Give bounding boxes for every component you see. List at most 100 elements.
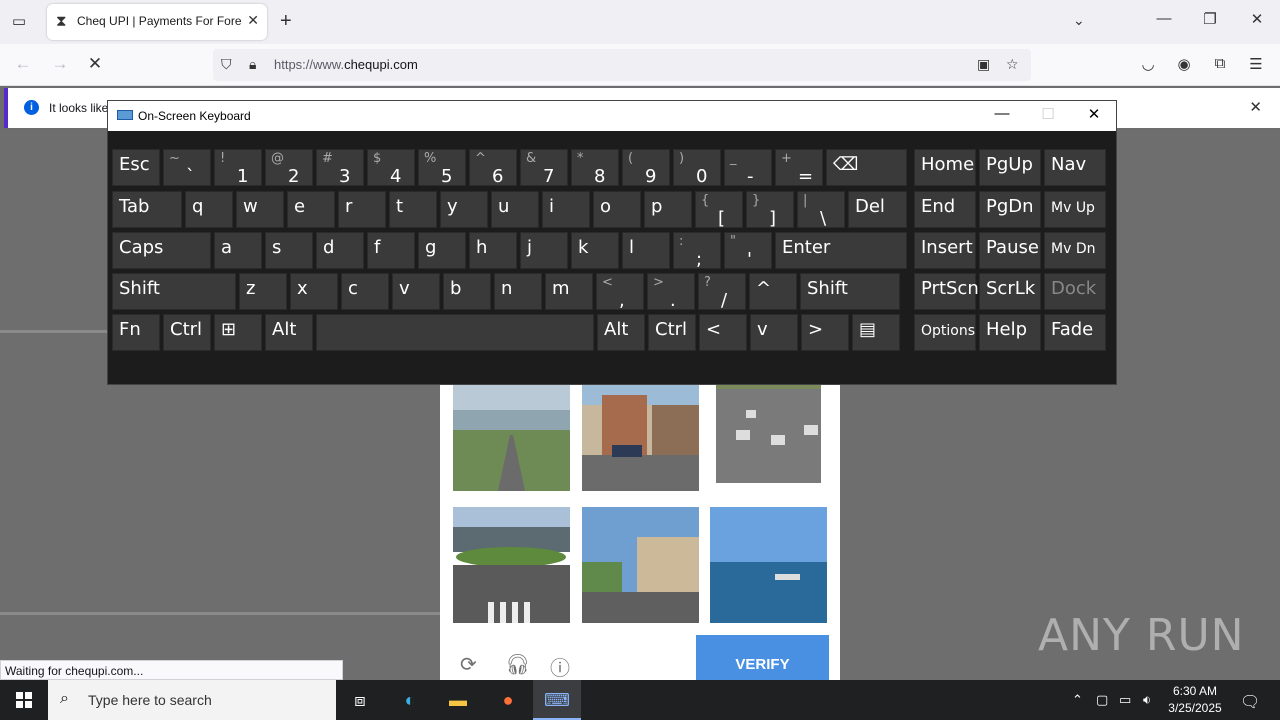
menu-icon[interactable]: ☰ [1245,55,1267,73]
lock-icon[interactable]: 🔒︎ [249,56,256,73]
key-g[interactable]: g [418,232,466,269]
stop-icon[interactable]: ✕ [84,54,106,74]
key-alt[interactable]: Alt [265,314,313,351]
volume-icon[interactable]: 🔉︎ [1143,692,1151,708]
close-tab-icon[interactable]: ✕ [247,12,259,29]
key-z[interactable]: z [239,273,287,310]
chevron-down-icon[interactable]: ⌄ [1073,12,1085,29]
clock[interactable]: 6:30 AM 3/25/2025 [1160,683,1230,717]
key-symbol[interactable]: ▤ [852,314,900,351]
key-end[interactable]: End [914,191,976,228]
key-help[interactable]: Help [979,314,1041,351]
key-w[interactable]: w [236,191,284,228]
key-m[interactable]: m [545,273,593,310]
forward-icon[interactable]: → [49,54,71,74]
key-dock[interactable]: Dock [1044,273,1106,310]
windows-start-icon[interactable] [0,680,48,720]
chevron-up-icon[interactable]: ⌃ [1072,692,1083,708]
key-pause[interactable]: Pause [979,232,1041,269]
notification-icon[interactable]: 🗨︎ [1240,692,1260,712]
key-7[interactable]: & 7 [520,149,568,187]
captcha-image-town-buildings[interactable] [582,507,699,623]
minimize-icon[interactable]: — [1154,10,1174,27]
key-e[interactable]: e [287,191,335,228]
key-tab[interactable]: Tab [112,191,182,228]
tab-list-icon[interactable]: ▭ [8,12,30,32]
key-j[interactable]: j [520,232,568,269]
captcha-image-crosswalk[interactable] [453,507,570,623]
captcha-image-sea-boat[interactable] [710,507,827,623]
key-scrlk[interactable]: ScrLk [979,273,1041,310]
key-u[interactable]: u [491,191,539,228]
new-tab-button[interactable]: + [280,10,292,33]
key-y[interactable]: y [440,191,488,228]
key-mv-dn[interactable]: Mv Dn [1044,232,1106,269]
key-enter[interactable]: Enter [775,232,907,269]
image-icon[interactable]: ▣ [977,56,990,73]
active-tab[interactable]: ⧗ Cheq UPI | Payments For Foreig ✕ [47,4,267,40]
key-symbol[interactable]: >. [647,273,695,311]
key-i[interactable]: i [542,191,590,228]
key-t[interactable]: t [389,191,437,228]
key-symbol[interactable]: }] [746,191,794,229]
key-blank[interactable] [316,314,594,351]
key-v[interactable]: v [750,314,798,351]
key-b[interactable]: b [443,273,491,310]
key-p[interactable]: p [644,191,692,228]
star-icon[interactable]: ☆ [1006,56,1019,73]
key-6[interactable]: ^ 6 [469,149,517,187]
key-esc[interactable]: Esc [112,149,160,186]
key-d[interactable]: d [316,232,364,269]
firefox-icon[interactable]: ● [484,680,532,720]
refresh-icon[interactable]: ⟳ [460,652,477,677]
key-symbol[interactable]: ~ ` [163,149,211,187]
key-4[interactable]: $4 [367,149,415,187]
key-ctrl[interactable]: Ctrl [163,314,211,351]
on-screen-keyboard-taskbar-icon[interactable]: ⌨ [533,680,581,720]
key-symbol[interactable]: ? / [698,273,746,311]
minimize-icon[interactable]: — [991,105,1013,122]
key-c[interactable]: c [341,273,389,310]
key-symbol[interactable]: > [801,314,849,351]
key-1[interactable]: ! 1 [214,149,262,187]
pocket-icon[interactable]: ◡ [1137,55,1159,73]
key-symbol[interactable]: <, [596,273,644,311]
key-prtscn[interactable]: PrtScn [914,273,979,310]
key-2[interactable]: @2 [265,149,313,187]
account-icon[interactable]: ◉ [1173,55,1195,73]
key-symbol[interactable]: {[ [695,191,743,229]
key-caps[interactable]: Caps [112,232,211,269]
key-shift[interactable]: Shift [800,273,900,310]
key-symbol[interactable]: < [699,314,747,351]
osk-titlebar[interactable]: On-Screen Keyboard — ☐ ✕ [108,101,1116,131]
extensions-icon[interactable]: ⧉ [1209,55,1231,72]
key-h[interactable]: h [469,232,517,269]
shield-icon[interactable]: ⛉ [221,56,232,73]
key-fn[interactable]: Fn [112,314,160,351]
url-text[interactable]: https://www.chequpi.com [274,57,418,72]
key-options[interactable]: Options [914,314,976,351]
key-symbol[interactable]: ⊞ [214,314,262,351]
close-icon[interactable]: ✕ [1083,105,1105,123]
key-ctrl[interactable]: Ctrl [648,314,696,351]
key-symbol[interactable]: :; [673,232,721,270]
key-v[interactable]: v [392,273,440,310]
key-symbol[interactable]: _ - [724,149,772,187]
key-shift[interactable]: Shift [112,273,236,310]
key-s[interactable]: s [265,232,313,269]
captcha-image-highway-cars[interactable] [716,375,821,483]
key-insert[interactable]: Insert [914,232,976,269]
key-0[interactable]: ) 0 [673,149,721,187]
key-x[interactable]: x [290,273,338,310]
url-bar[interactable]: ⛉ 🔒︎ https://www.chequpi.com ▣ ☆ [213,49,1031,81]
key-9[interactable]: (9 [622,149,670,187]
key-r[interactable]: r [338,191,386,228]
back-icon[interactable]: ← [12,54,34,74]
key-fade[interactable]: Fade [1044,314,1106,351]
edge-icon[interactable]: ◐ [386,680,434,720]
key-k[interactable]: k [571,232,619,269]
taskbar-search-box[interactable]: ⌕ Type here to search [48,680,336,720]
device-icon[interactable]: ▢ [1096,692,1108,708]
key-symbol[interactable]: ^ [749,273,797,310]
key-symbol[interactable]: " ' [724,232,772,270]
